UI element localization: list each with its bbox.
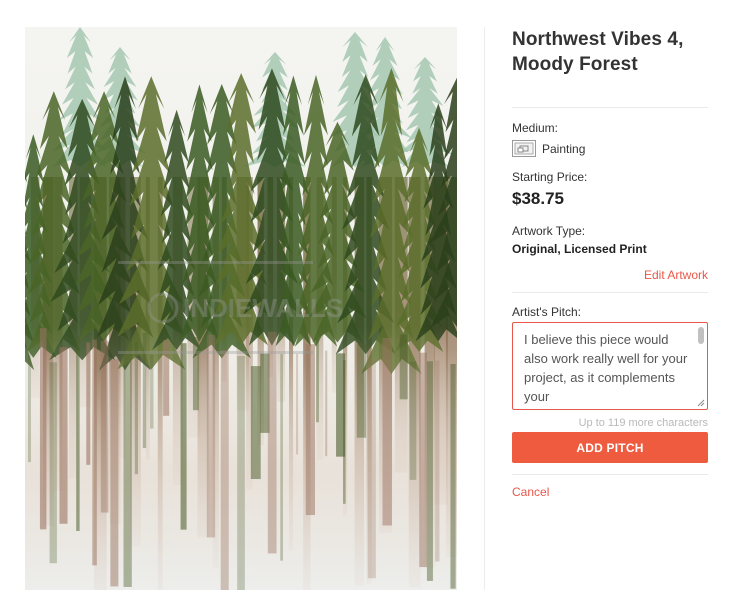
medium-row: Painting xyxy=(512,140,708,157)
vertical-divider xyxy=(484,27,485,590)
artist-pitch-label: Artist's Pitch: xyxy=(512,305,581,319)
divider xyxy=(512,292,708,293)
edit-artwork-link[interactable]: Edit Artwork xyxy=(512,268,708,282)
starting-price-label: Starting Price: xyxy=(512,170,588,184)
watermark-text: INDIEWALLS xyxy=(183,293,343,323)
cancel-link[interactable]: Cancel xyxy=(512,485,708,499)
artist-pitch-textarea[interactable]: I believe this piece would also work rea… xyxy=(512,322,708,410)
painting-icon xyxy=(512,140,536,157)
divider xyxy=(512,474,708,475)
artwork-type-label: Artwork Type: xyxy=(512,224,586,238)
starting-price-value: $38.75 xyxy=(512,189,564,208)
artwork-image: INDIEWALLS xyxy=(25,27,457,590)
resize-grip-icon[interactable] xyxy=(697,399,705,407)
divider xyxy=(512,107,708,108)
artwork-details-panel: Northwest Vibes 4, Moody Forest Medium: … xyxy=(512,27,708,499)
medium-label: Medium: xyxy=(512,121,559,135)
character-counter: Up to 119 more characters xyxy=(578,417,708,429)
medium-value: Painting xyxy=(542,141,586,156)
add-pitch-button[interactable]: ADD PITCH xyxy=(512,432,708,463)
scrollbar-thumb[interactable] xyxy=(698,327,704,344)
forest-painting: INDIEWALLS xyxy=(25,27,457,590)
artwork-type-value: Original, Licensed Print xyxy=(512,242,647,256)
artwork-title: Northwest Vibes 4, Moody Forest xyxy=(512,29,684,75)
pitch-text: I believe this piece would also work rea… xyxy=(524,332,688,404)
